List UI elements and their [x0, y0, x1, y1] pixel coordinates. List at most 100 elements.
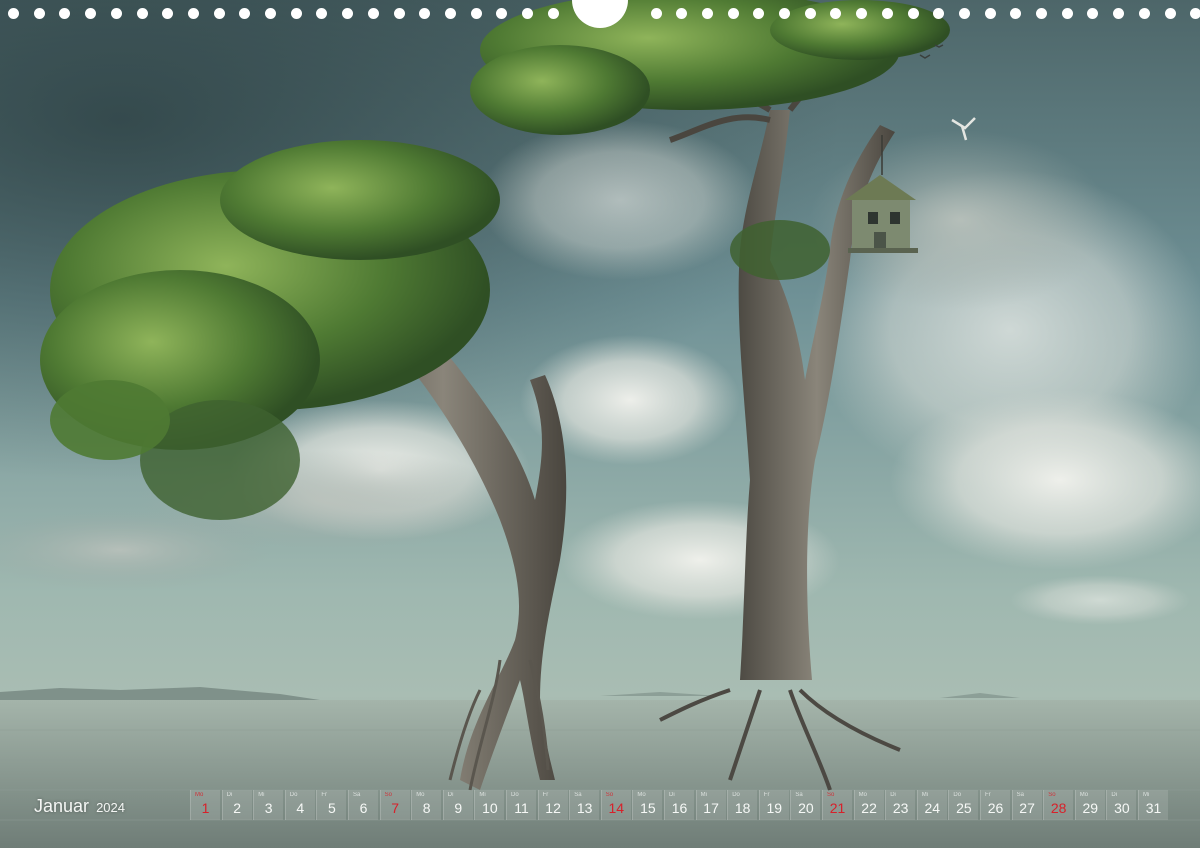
- binding-hole: [496, 8, 508, 19]
- binding-hole: [1113, 8, 1125, 19]
- binding-hole: [316, 8, 328, 19]
- day-number: 1: [201, 800, 210, 816]
- binding-hole: [1036, 8, 1047, 19]
- binding-hole: [33, 8, 45, 19]
- day-cell: Fr 19: [758, 790, 789, 820]
- day-number: 30: [1114, 800, 1130, 816]
- weekday-label: Di: [1111, 792, 1118, 798]
- binding-hole: [804, 8, 816, 19]
- weekday-label: Mi: [700, 792, 707, 798]
- day-number: 12: [545, 800, 561, 816]
- day-cell: Sa 13: [569, 790, 600, 820]
- day-number: 15: [640, 800, 656, 816]
- weekday-label: Di: [447, 792, 454, 798]
- day-cell: So 28: [1043, 790, 1074, 820]
- weekday-label: Mo: [858, 792, 867, 798]
- day-cell: Sa 20: [790, 790, 821, 820]
- weekday-label: Mi: [479, 792, 486, 798]
- binding-hole: [8, 8, 19, 19]
- day-cell: Di 30: [1106, 790, 1137, 820]
- calendar-strip: Januar 2024 Mo 1 Di 2 Mi 3 Do 4 Fr 5 Sa 6 So 7 Mo 8 Di 9 M…: [0, 788, 1200, 824]
- day-cell: Sa 27: [1011, 790, 1042, 820]
- day-cell: Do 4: [284, 790, 315, 820]
- binding-hole: [727, 8, 739, 19]
- day-number: 4: [296, 800, 305, 816]
- day-number: 19: [766, 800, 783, 816]
- binding-hole: [393, 8, 405, 19]
- day-number: 13: [576, 800, 593, 816]
- binding-hole: [881, 8, 893, 19]
- day-cell: Mo 29: [1074, 790, 1105, 820]
- day-number: 29: [1082, 800, 1099, 816]
- weekday-label: So: [384, 792, 392, 798]
- month-label: Januar 2024: [34, 796, 125, 817]
- day-cell: Mi 24: [916, 790, 947, 820]
- binding-hole: [830, 8, 842, 19]
- day-number: 25: [956, 800, 972, 816]
- weekday-label: Di: [669, 792, 675, 798]
- weekday-label: Sa: [795, 792, 803, 798]
- day-number: 7: [391, 800, 399, 816]
- day-number: 2: [233, 800, 241, 816]
- day-cell: Mi 3: [253, 790, 284, 820]
- day-cell: So 14: [600, 790, 631, 820]
- month-name: Januar: [34, 796, 90, 816]
- day-number: 23: [892, 800, 909, 816]
- binding-hole: [856, 8, 868, 19]
- weekday-label: Mi: [258, 792, 265, 798]
- day-number: 20: [798, 800, 814, 816]
- day-cell: Mo 22: [853, 790, 884, 820]
- weekday-label: Do: [289, 792, 298, 798]
- day-number: 16: [671, 800, 688, 816]
- weekday-label: Fr: [985, 792, 991, 798]
- day-cell: So 21: [822, 790, 852, 820]
- day-number: 9: [454, 800, 463, 816]
- day-number: 10: [482, 800, 498, 816]
- day-cell: Sa 6: [348, 790, 378, 820]
- binding-hole: [676, 8, 688, 19]
- day-cell: Fr 26: [980, 790, 1010, 820]
- binding-hole: [907, 8, 919, 19]
- weekday-label: Mo: [195, 792, 204, 798]
- binding-hole: [85, 8, 97, 19]
- day-number: 11: [514, 800, 529, 816]
- day-cell: Fr 12: [537, 790, 568, 820]
- binding-hole: [933, 8, 945, 19]
- day-number: 6: [359, 800, 368, 816]
- binding-hole: [701, 8, 713, 19]
- day-cell: Di 2: [221, 790, 252, 820]
- weekday-label: Mo: [637, 792, 646, 798]
- binding-hole: [1190, 8, 1200, 19]
- day-number: 3: [264, 800, 273, 816]
- weekday-label: Sa: [574, 792, 582, 798]
- day-number: 5: [327, 800, 336, 816]
- day-cell: So 7: [379, 790, 410, 820]
- day-cell: Do 18: [727, 790, 758, 820]
- weekday-label: Mo: [1079, 792, 1089, 798]
- day-cell: Mi 17: [695, 790, 726, 820]
- binding-hole: [59, 8, 71, 19]
- weekday-label: Sa: [353, 792, 361, 798]
- weekday-label: Fr: [542, 792, 549, 798]
- binding-hole: [444, 8, 456, 19]
- binding-hole: [213, 8, 225, 19]
- day-number: 14: [608, 800, 625, 816]
- weekday-label: Do: [953, 792, 962, 798]
- day-cell: Di 16: [664, 790, 694, 820]
- day-row: Mo 1 Di 2 Mi 3 Do 4 Fr 5 Sa 6 So 7 Mo 8 Di 9 Mi 10 Do 11 Fr 12 S…: [190, 790, 1176, 820]
- weekday-label: Do: [511, 792, 519, 798]
- binding-hole: [290, 8, 302, 19]
- weekday-label: So: [1048, 792, 1056, 798]
- binding-hole: [1061, 8, 1073, 19]
- binding-hole: [239, 8, 251, 19]
- weekday-label: Fr: [321, 792, 328, 798]
- binding-hole: [547, 8, 559, 19]
- year-label: 2024: [96, 800, 125, 815]
- weekday-label: Mi: [1143, 792, 1150, 798]
- binding-hole: [265, 8, 276, 19]
- day-number: 26: [987, 800, 1004, 816]
- binding-hole: [419, 8, 431, 19]
- weekday-label: Di: [890, 792, 896, 798]
- weekday-label: Mo: [416, 792, 425, 798]
- day-cell: Do 11: [506, 790, 536, 820]
